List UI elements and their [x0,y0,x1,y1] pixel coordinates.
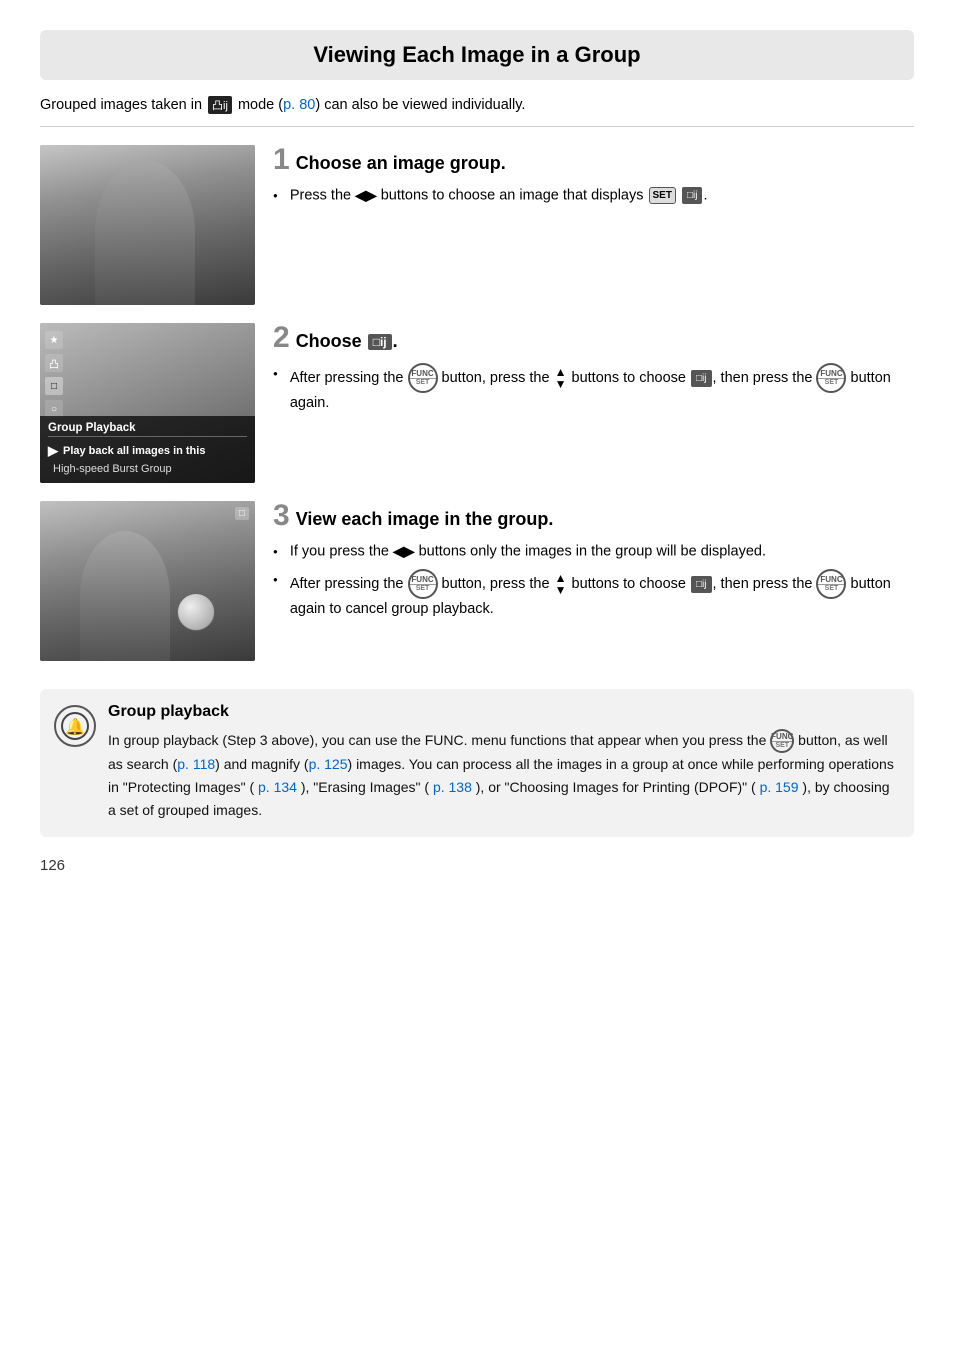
callout-link3[interactable]: p. 134 [258,779,297,795]
step-1-row: SET □ 1 Choose an image group. Press the… [40,145,914,305]
callout-body-text: In group playback (Step 3 above), you ca… [108,732,766,748]
step-3-bullets: If you press the ◀▶ buttons only the ima… [273,541,914,621]
callout-func-icon: FUNC SET [770,729,794,753]
step-2-content: 2 Choose □ij. After pressing the FUNC SE… [273,323,914,421]
choose-icon: □ij [368,334,392,350]
func-btn-icon-2: FUNC SET [816,363,846,393]
callout-content: Group playback In group playback (Step 3… [108,703,898,823]
play-icon: □ [45,377,63,395]
step-2-bullet-1-text: After pressing the FUNC SET button, pres… [290,363,914,415]
step-3-bullet-1: If you press the ◀▶ buttons only the ima… [273,541,914,563]
step-3-image: □ [40,501,255,661]
ud-arrows-icon: ▲ ▼ [555,366,567,390]
step-1-header: 1 Choose an image group. [273,145,914,175]
group-icon: 凸 [45,354,63,372]
step-3-number: 3 [273,501,290,531]
step-3-content: 3 View each image in the group. If you p… [273,501,914,627]
callout-box: 🔔 Group playback In group playback (Step… [40,689,914,837]
lr-arrows-icon: ◀▶ [355,185,377,206]
step-1-title: Choose an image group. [296,153,506,174]
page-title: Viewing Each Image in a Group [40,30,914,80]
step-1-bullet-1: Press the ◀▶ buttons to choose an image … [273,185,914,207]
steps-area: SET □ 1 Choose an image group. Press the… [40,145,914,679]
menu-item-1: ▶ Play back all images in this [48,441,247,461]
callout-body6: ), or "Choosing Images for Printing (DPO… [476,779,756,795]
ball-decoration [177,593,215,631]
star-icon: ★ [45,331,63,349]
intro-line: Grouped images taken in 凸ij mode (p. 80)… [40,96,914,127]
corner-badge: □ [235,507,249,520]
sidebar-icons: ★ 凸 □ ○ [45,331,63,418]
callout-link2[interactable]: p. 125 [309,756,348,772]
menu-item-2-label: High-speed Burst Group [53,463,172,475]
step-3-bullet-2-text: After pressing the FUNC SET button, pres… [290,569,914,621]
step-2-bullet-1: After pressing the FUNC SET button, pres… [273,363,914,415]
callout-body5: ), "Erasing Images" ( [301,779,429,795]
intro-text: Grouped images taken in [40,97,202,113]
group-icon-badge: □ij [682,187,702,204]
step-3-bullet-1-text: If you press the ◀▶ buttons only the ima… [290,541,766,563]
step-2-row: ★ 凸 □ ○ Group Playback ▶ Play back all i… [40,323,914,483]
menu-overlay: Group Playback ▶ Play back all images in… [40,416,255,483]
group-icon-2: □ij [691,370,711,387]
group-icon-3: □ij [691,576,711,593]
callout-body: In group playback (Step 3 above), you ca… [108,729,898,823]
func-btn-icon: FUNC SET [408,363,438,393]
step-2-header: 2 Choose □ij. [273,323,914,353]
callout-body3: and magnify [224,756,300,772]
menu-item-1-label: Play back all images in this [63,445,205,457]
callout-icon: 🔔 [54,705,96,747]
intro-link[interactable]: p. 80 [283,97,315,113]
step-2-image: ★ 凸 □ ○ Group Playback ▶ Play back all i… [40,323,255,483]
ud-arrows-2-icon: ▲ ▼ [555,572,567,596]
func-btn-icon-3: FUNC SET [408,569,438,599]
mode-icon: 凸ij [208,96,232,114]
lr-arrows-2-icon: ◀▶ [393,541,415,562]
step-3-row: □ 3 View each image in the group. If you… [40,501,914,661]
play-sym: ▶ [48,443,58,459]
func-btn-icon-4: FUNC SET [816,569,846,599]
step-1-number: 1 [273,145,290,175]
step-3-title: View each image in the group. [296,509,554,530]
step-1-content: 1 Choose an image group. Press the ◀▶ bu… [273,145,914,213]
step-2-title: Choose □ij. [296,331,398,352]
step-1-image: SET □ [40,145,255,305]
step-2-number: 2 [273,323,290,353]
step-2-bullets: After pressing the FUNC SET button, pres… [273,363,914,415]
callout-link4[interactable]: p. 138 [433,779,472,795]
step-3-bullet-2: After pressing the FUNC SET button, pres… [273,569,914,621]
set-icon-inline: SET [649,187,676,204]
menu-item-2: High-speed Burst Group [48,461,247,477]
intro-rest: can also be viewed individually. [324,97,525,113]
step-1-bullets: Press the ◀▶ buttons to choose an image … [273,185,914,207]
step-3-header: 3 View each image in the group. [273,501,914,531]
step-1-bullet-1-text: Press the ◀▶ buttons to choose an image … [290,185,708,207]
callout-link5[interactable]: p. 159 [760,779,799,795]
callout-title: Group playback [108,703,898,721]
menu-title: Group Playback [48,422,247,437]
page-number: 126 [40,857,914,874]
callout-link1[interactable]: p. 118 [177,756,215,772]
svg-text:🔔: 🔔 [65,718,85,736]
